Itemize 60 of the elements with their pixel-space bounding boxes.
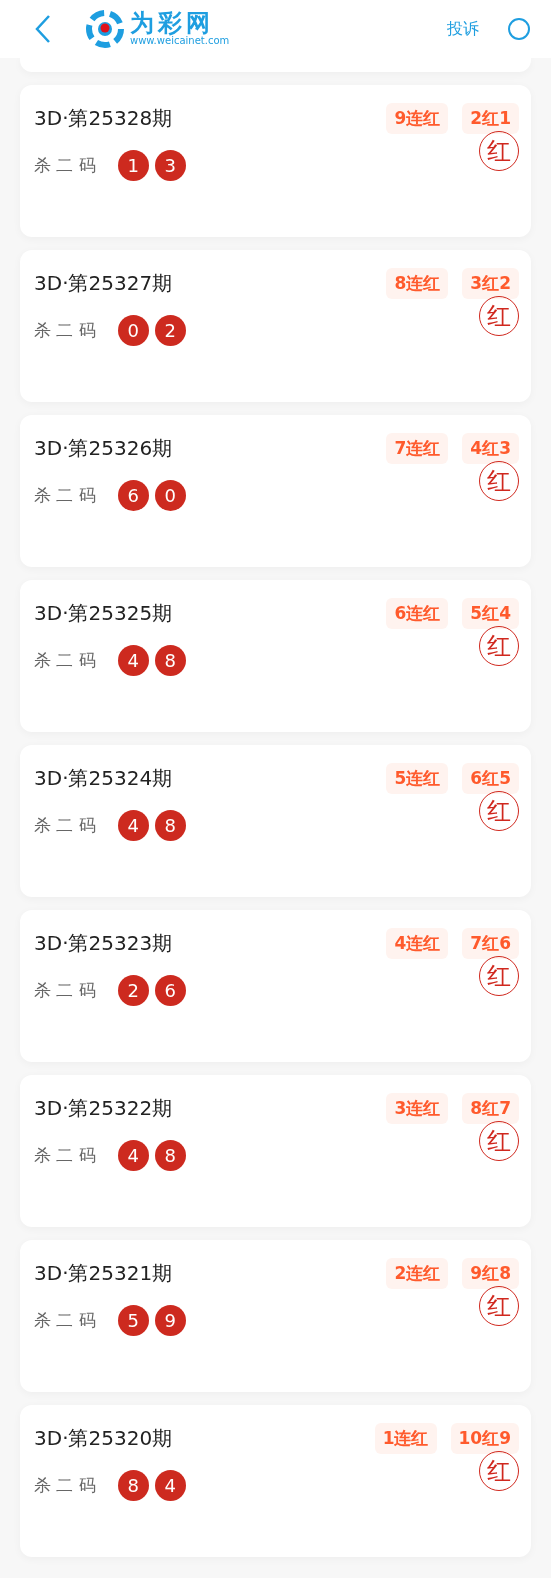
number-ball: 2	[117, 975, 149, 1006]
prediction-label: 杀 二 码	[34, 154, 96, 177]
number-ball: 6	[154, 975, 186, 1006]
prediction-label: 杀 二 码	[34, 649, 96, 672]
streak-tag: 5连红	[386, 763, 449, 794]
issue-title: 3D·第25322期	[34, 1095, 173, 1122]
streak-tag: 6连红	[386, 598, 449, 629]
number-ball: 4	[117, 810, 149, 841]
complaint-link[interactable]: 投诉	[447, 18, 479, 40]
streak-tag: 9连红	[386, 103, 449, 134]
logo-icon	[86, 10, 124, 48]
issue-title: 3D·第25324期	[34, 765, 173, 792]
number-ball: 6	[117, 480, 149, 511]
number-ball: 8	[154, 645, 186, 676]
record-tag: 2红1	[462, 103, 519, 134]
circle-icon[interactable]	[507, 17, 531, 41]
number-ball: 4	[154, 1470, 186, 1501]
streak-tag: 1连红	[374, 1423, 437, 1454]
site-address: www.weicainet.com	[130, 35, 230, 47]
number-ball: 3	[154, 150, 186, 181]
brand-name: 为彩网	[130, 11, 214, 35]
back-icon[interactable]	[34, 14, 52, 44]
record-tag: 4红3	[462, 433, 519, 464]
record-tag: 3红2	[462, 268, 519, 299]
streak-tag: 7连红	[386, 433, 449, 464]
streak-tag: 8连红	[386, 268, 449, 299]
prediction-label: 杀 二 码	[34, 1144, 96, 1167]
streak-tag: 4连红	[386, 928, 449, 959]
number-ball: 8	[154, 1140, 186, 1171]
number-ball: 4	[117, 1140, 149, 1171]
prediction-label: 杀 二 码	[34, 1309, 96, 1332]
issue-title: 3D·第25325期	[34, 600, 173, 627]
record-tag: 5红4	[462, 598, 519, 629]
number-ball: 0	[117, 315, 149, 346]
issue-title: 3D·第25328期	[34, 105, 173, 132]
record-tag: 6红5	[462, 763, 519, 794]
prediction-label: 杀 二 码	[34, 1474, 96, 1497]
record-tag: 8红7	[462, 1093, 519, 1124]
issue-title: 3D·第25326期	[34, 435, 173, 462]
record-tag: 10红9	[450, 1423, 519, 1454]
number-ball: 9	[154, 1305, 186, 1336]
streak-tag: 3连红	[386, 1093, 449, 1124]
issue-title: 3D·第25320期	[34, 1425, 173, 1452]
issue-title: 3D·第25323期	[34, 930, 173, 957]
number-ball: 5	[117, 1305, 149, 1336]
number-ball: 2	[154, 315, 186, 346]
prediction-label: 杀 二 码	[34, 979, 96, 1002]
number-ball: 4	[117, 645, 149, 676]
record-tag: 7红6	[462, 928, 519, 959]
number-ball: 1	[117, 150, 149, 181]
prediction-label: 杀 二 码	[34, 814, 96, 837]
number-ball: 0	[154, 480, 186, 511]
record-tag: 9红8	[462, 1258, 519, 1289]
issue-title: 3D·第25327期	[34, 270, 173, 297]
number-ball: 8	[117, 1470, 149, 1501]
streak-tag: 2连红	[386, 1258, 449, 1289]
issue-title: 3D·第25321期	[34, 1260, 173, 1287]
prediction-label: 杀 二 码	[34, 319, 96, 342]
prediction-label: 杀 二 码	[34, 484, 96, 507]
number-ball: 8	[154, 810, 186, 841]
